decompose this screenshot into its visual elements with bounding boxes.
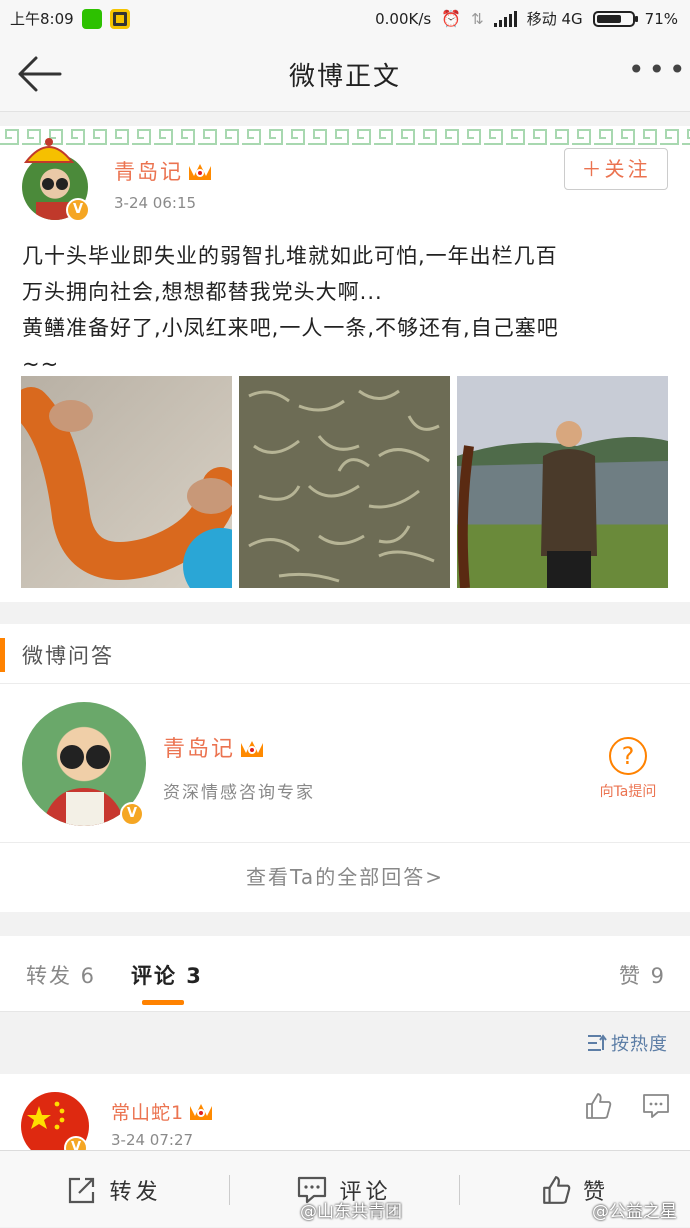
- hat-decoration-icon: [23, 138, 75, 163]
- follow-button[interactable]: ＋关注: [564, 148, 668, 190]
- commenter-name[interactable]: 常山蛇1: [111, 1098, 214, 1125]
- ask-question-label: 向Ta提问: [599, 784, 657, 800]
- active-tab-indicator: [142, 1000, 184, 1005]
- alarm-icon: ⏰: [441, 9, 462, 28]
- status-bar: 上午8:09 0.00K/s ⏰ ⇅ 移动 4G 71%: [0, 0, 690, 36]
- tab-like[interactable]: 赞 9: [619, 960, 666, 990]
- net-speed: 0.00K/s: [375, 9, 432, 28]
- battery-percent: 71%: [644, 9, 678, 28]
- qa-description: 资深情感咨询专家: [163, 783, 315, 803]
- question-mark-icon: ?: [609, 737, 647, 775]
- qa-card: 微博问答 V 青岛记 资深情感咨询专家 ? 向Ta提问 查看Ta的全部回答>: [0, 624, 690, 912]
- watermark-left: @山东共青团: [300, 1202, 402, 1222]
- comment-reply-icon[interactable]: [642, 1092, 670, 1120]
- section-accent-bar: [0, 638, 5, 672]
- post-text: 几十头毕业即失业的弱智扎堆就如此可怕,一年出栏几百 万头拥向社会,想想都替我党头…: [22, 238, 672, 382]
- vip-crown-icon: [190, 1104, 213, 1120]
- vip-crown-icon: [189, 164, 211, 180]
- carrier: 移动 4G: [526, 10, 583, 28]
- qa-profile[interactable]: V 青岛记 资深情感咨询专家: [0, 685, 690, 843]
- qa-name[interactable]: 青岛记: [163, 731, 265, 763]
- signal-icon: [493, 10, 517, 27]
- page-title: 微博正文: [288, 62, 401, 92]
- decorative-border: [0, 126, 690, 148]
- post-card: V 青岛记 3-24 06:15 ＋关注 几十头毕业即失业的弱智扎堆就如此可怕,…: [0, 126, 690, 602]
- status-time: 上午8:09: [10, 10, 74, 28]
- post-image-2[interactable]: [239, 376, 450, 588]
- app-notification-icon: [109, 8, 130, 29]
- qa-section-title: 微博问答: [22, 644, 114, 668]
- comment-item: V 常山蛇1 3-24 07:27: [0, 1074, 690, 1154]
- ask-question-button[interactable]: ? 向Ta提问: [596, 737, 660, 801]
- post-text-line: 几十头毕业即失业的弱智扎堆就如此可怕,一年出栏几百: [22, 244, 558, 268]
- nav-bar: 微博正文 •••: [0, 36, 690, 112]
- verified-badge-icon: V: [66, 198, 90, 222]
- repost-icon: [69, 1177, 95, 1203]
- sort-icon: [588, 1034, 607, 1051]
- battery-icon: [592, 10, 638, 27]
- post-image-1[interactable]: [21, 376, 232, 588]
- comment-like-icon[interactable]: [584, 1092, 612, 1120]
- wechat-icon: [81, 8, 102, 29]
- more-options-icon[interactable]: •••: [628, 56, 686, 84]
- qa-header: 微博问答: [0, 624, 690, 684]
- post-text-line: 黄鳝准备好了,小凤红来吧,一人一条,不够还有,自己塞吧: [22, 316, 559, 340]
- view-all-answers-link[interactable]: 查看Ta的全部回答>: [0, 844, 690, 912]
- verified-badge-icon: V: [120, 802, 144, 826]
- sort-row: 按热度: [0, 1012, 690, 1074]
- comment-time: 3-24 07:27: [111, 1131, 194, 1149]
- like-icon: [543, 1175, 571, 1204]
- repost-button[interactable]: 转发: [0, 1151, 229, 1228]
- plus-icon: ＋: [581, 157, 605, 181]
- post-text-line: 万头拥向社会,想想都替我党头大啊...: [22, 280, 383, 304]
- bottom-action-bar: 转发 评论 赞 @山东共青团 @公益之星: [0, 1150, 690, 1227]
- post-image-3[interactable]: [457, 376, 668, 588]
- author-name[interactable]: 青岛记: [114, 156, 213, 186]
- sort-by-hot-button[interactable]: 按热度: [587, 1030, 668, 1056]
- vip-crown-icon: [241, 741, 264, 757]
- tab-repost[interactable]: 转发 6: [26, 960, 96, 990]
- watermark-right: @公益之星: [592, 1202, 677, 1222]
- interaction-tabs: 转发 6 评论 3 赞 9: [0, 936, 690, 1012]
- tab-comment[interactable]: 评论 3: [131, 960, 203, 990]
- data-arrows-icon: ⇅: [471, 9, 484, 28]
- post-time: 3-24 06:15: [114, 194, 197, 212]
